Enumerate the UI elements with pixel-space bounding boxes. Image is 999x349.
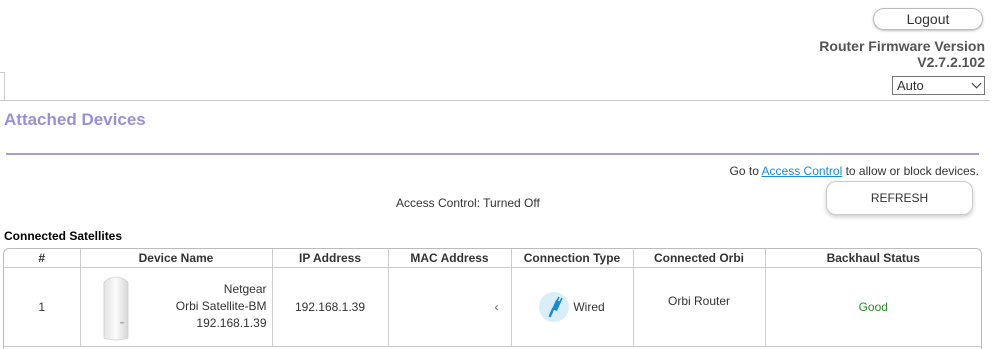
col-header-index: # [4,249,81,268]
cell-connected-orbi: Orbi Router [633,267,766,347]
col-header-backhaul-status: Backhaul Status [765,249,981,268]
col-header-connected-orbi: Connected Orbi [633,249,766,268]
device-brand: Netgear [223,282,267,296]
access-control-status: Access Control: Turned Off [396,196,540,210]
cell-backhaul-status: Good [765,267,981,347]
refresh-button[interactable]: REFRESH [826,181,973,215]
section-title: Connected Satellites [4,229,123,243]
col-header-connection-type: Connection Type [511,249,634,268]
hint-suffix: to allow or block devices. [845,164,979,178]
device-model: Orbi Satellite-BM [175,299,267,313]
wired-plug-icon [539,292,570,322]
table-header-row: # Device Name IP Address MAC Address Con… [4,249,981,268]
access-control-hint: Go to Access Control to allow or block d… [730,164,979,178]
chevron-down-icon [971,78,982,89]
cell-ip: 192.168.1.39 [272,267,389,347]
tab-stub [0,72,5,101]
hint-prefix: Go to [729,164,759,178]
title-divider [6,153,979,155]
logout-button[interactable]: Logout [873,8,983,30]
table-row: 1 Netgear Orbi Satellite-BM 192.168.1.39… [4,267,981,347]
col-header-ip: IP Address [272,249,389,268]
header-divider [0,100,990,101]
col-header-device-name: Device Name [80,249,273,268]
firmware-version-value: V2.7.2.102 [917,54,985,70]
page-title: Attached Devices [4,110,146,129]
cell-index: 1 [4,267,81,347]
firmware-version-label: Router Firmware Version [819,38,985,54]
device-ip-line: 192.168.1.39 [196,316,267,330]
connection-type-label: Wired [573,300,605,314]
cell-connection-type: Wired [511,267,634,347]
language-selected-value: Auto [897,78,924,93]
connected-orbi-value: Orbi Router [667,294,731,308]
cell-mac: ‹ [388,267,512,347]
satellites-table: # Device Name IP Address MAC Address Con… [3,248,982,349]
cell-device-name: Netgear Orbi Satellite-BM 192.168.1.39 [80,267,273,347]
language-select[interactable]: Auto [892,76,985,95]
col-header-mac: MAC Address [388,249,512,268]
backhaul-status-value: Good [858,300,888,314]
access-control-link[interactable]: Access Control [762,164,843,178]
orbi-satellite-device-icon [103,276,128,341]
